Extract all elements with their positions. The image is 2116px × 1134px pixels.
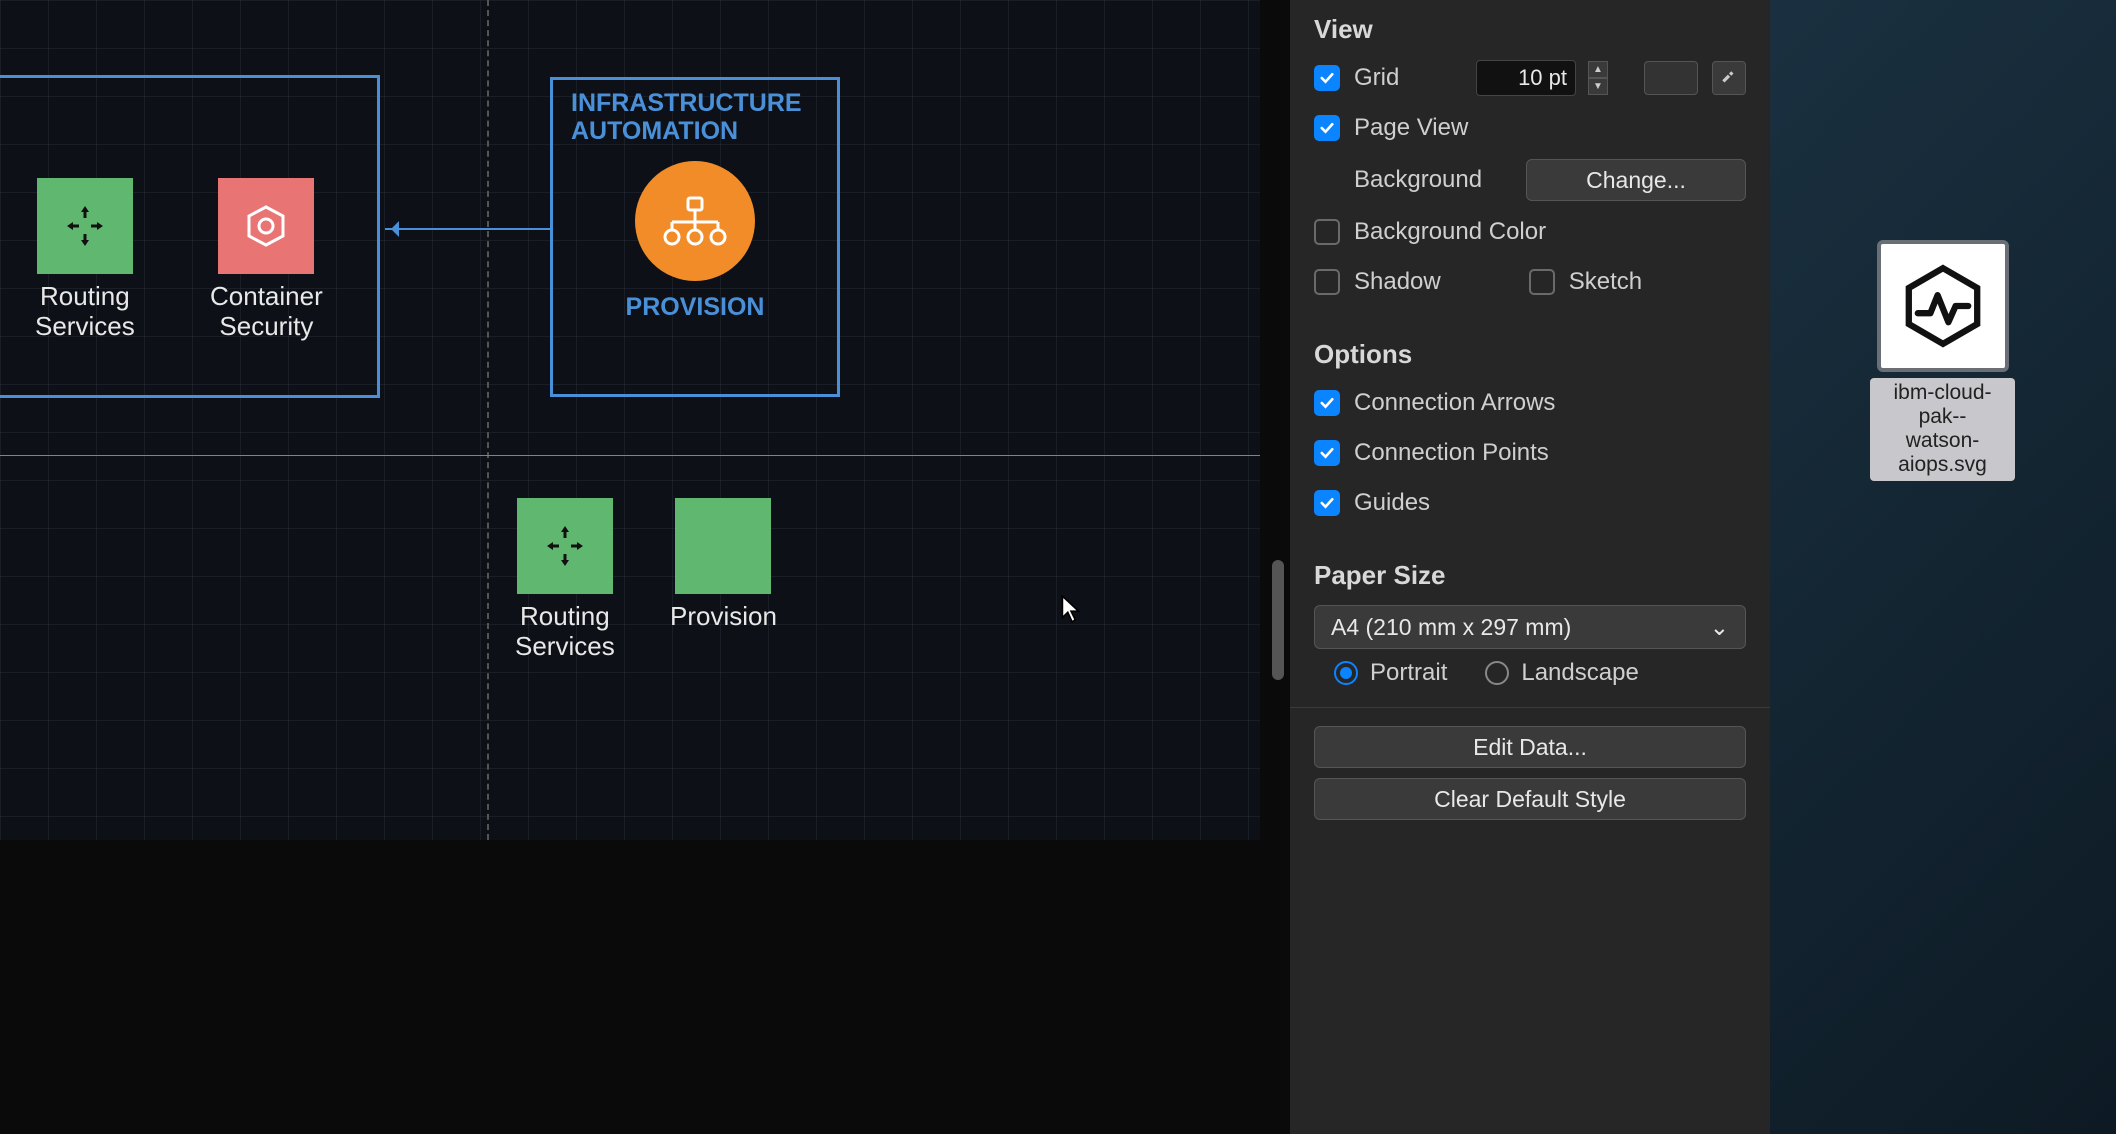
checkbox-grid[interactable] [1314,65,1340,91]
chevron-down-icon: ⌄ [1710,614,1729,641]
row-background-color: Background Color [1314,213,1746,251]
container-security-icon-box [218,178,314,274]
diagram-canvas[interactable]: INFRASTRUCTURE AUTOMATION PROVISION [0,0,1260,840]
eyedropper-button[interactable] [1712,61,1746,95]
grid-size-stepper[interactable]: ▲ ▼ [1588,61,1608,95]
routing-icon [541,522,589,570]
provision-circle-node[interactable] [635,161,755,281]
routing-services-icon-box [517,498,613,594]
checkbox-page-view[interactable] [1314,115,1340,141]
eyedropper-icon [1720,69,1738,87]
canvas-scrollbar-thumb[interactable] [1272,560,1284,680]
file-name-label: ibm-cloud-pak-- watson-aiops.svg [1870,378,2015,481]
grid-size-input[interactable] [1476,60,1576,96]
page-boundary-line [0,455,1260,456]
aiops-icon [1898,261,1988,351]
section-title-options: Options [1314,339,1746,370]
stepper-down-icon[interactable]: ▼ [1588,78,1608,95]
node-routing-services-2[interactable]: Routing Services [515,498,615,662]
divider [1290,707,1770,708]
check-icon [1318,494,1336,512]
format-sidebar: View Grid ▲ ▼ Page View Background Chang… [1290,0,1770,1134]
label-background: Background [1354,166,1482,194]
connector-arrow[interactable] [385,228,550,230]
file-thumbnail [1877,240,2009,372]
label-guides: Guides [1354,489,1430,517]
check-icon [1318,394,1336,412]
row-connection-arrows: Connection Arrows [1314,384,1746,422]
group-title-line1: INFRASTRUCTURE [571,89,802,117]
node-label: Routing Services [515,602,615,662]
stepper-up-icon[interactable]: ▲ [1588,61,1608,78]
provision-icon-box [675,498,771,594]
checkbox-connection-points[interactable] [1314,440,1340,466]
section-title-view: View [1314,14,1746,45]
routing-icon [61,202,109,250]
orientation-radio-group: Portrait Landscape [1314,659,1746,687]
radio-portrait[interactable] [1334,661,1358,685]
label-connection-arrows: Connection Arrows [1354,389,1555,417]
checkbox-guides[interactable] [1314,490,1340,516]
mouse-cursor-icon [1060,594,1082,624]
radio-option-landscape[interactable]: Landscape [1485,659,1638,687]
node-label: Provision [670,602,777,632]
node-provision[interactable]: Provision [670,498,777,632]
paper-size-value: A4 (210 mm x 297 mm) [1331,614,1571,641]
label-grid: Grid [1354,64,1399,92]
group-title: INFRASTRUCTURE AUTOMATION [553,80,837,155]
label-page-view: Page View [1354,114,1468,142]
group-footer-label: PROVISION [553,293,837,322]
change-background-button[interactable]: Change... [1526,159,1746,201]
check-icon [1318,69,1336,87]
label-background-color: Background Color [1354,218,1546,246]
clear-default-style-button[interactable]: Clear Default Style [1314,778,1746,820]
label-shadow: Shadow [1354,268,1441,296]
radio-landscape[interactable] [1485,661,1509,685]
node-label: Container Security [210,282,323,342]
diagram-group-infrastructure-automation[interactable]: INFRASTRUCTURE AUTOMATION PROVISION [550,77,840,397]
paper-size-select[interactable]: A4 (210 mm x 297 mm) ⌄ [1314,605,1746,649]
node-label: Routing Services [35,282,135,342]
container-security-icon [241,201,291,251]
desktop-file-svg[interactable]: ibm-cloud-pak-- watson-aiops.svg [1870,240,2015,481]
label-sketch: Sketch [1569,268,1642,296]
row-shadow-sketch: Shadow Sketch [1314,263,1746,301]
hierarchy-icon [660,194,730,248]
row-page-view: Page View [1314,109,1746,147]
check-icon [1318,444,1336,462]
row-grid: Grid ▲ ▼ [1314,59,1746,97]
checkbox-sketch[interactable] [1529,269,1555,295]
checkbox-background-color[interactable] [1314,219,1340,245]
radio-option-portrait[interactable]: Portrait [1334,659,1447,687]
check-icon [1318,119,1336,137]
node-container-security[interactable]: Container Security [210,178,323,342]
checkbox-shadow[interactable] [1314,269,1340,295]
label-portrait: Portrait [1370,659,1447,687]
checkbox-connection-arrows[interactable] [1314,390,1340,416]
row-connection-points: Connection Points [1314,434,1746,472]
row-background: Background Change... [1314,159,1746,201]
label-connection-points: Connection Points [1354,439,1549,467]
edit-data-button[interactable]: Edit Data... [1314,726,1746,768]
node-routing-services-1[interactable]: Routing Services [35,178,135,342]
grid-color-swatch[interactable] [1644,61,1698,95]
desktop-background[interactable]: ibm-cloud-pak-- watson-aiops.svg [1770,0,2116,1134]
routing-services-icon-box [37,178,133,274]
section-title-paper-size: Paper Size [1314,560,1746,591]
label-landscape: Landscape [1521,659,1638,687]
row-guides: Guides [1314,484,1746,522]
group-title-line2: AUTOMATION [571,117,738,145]
